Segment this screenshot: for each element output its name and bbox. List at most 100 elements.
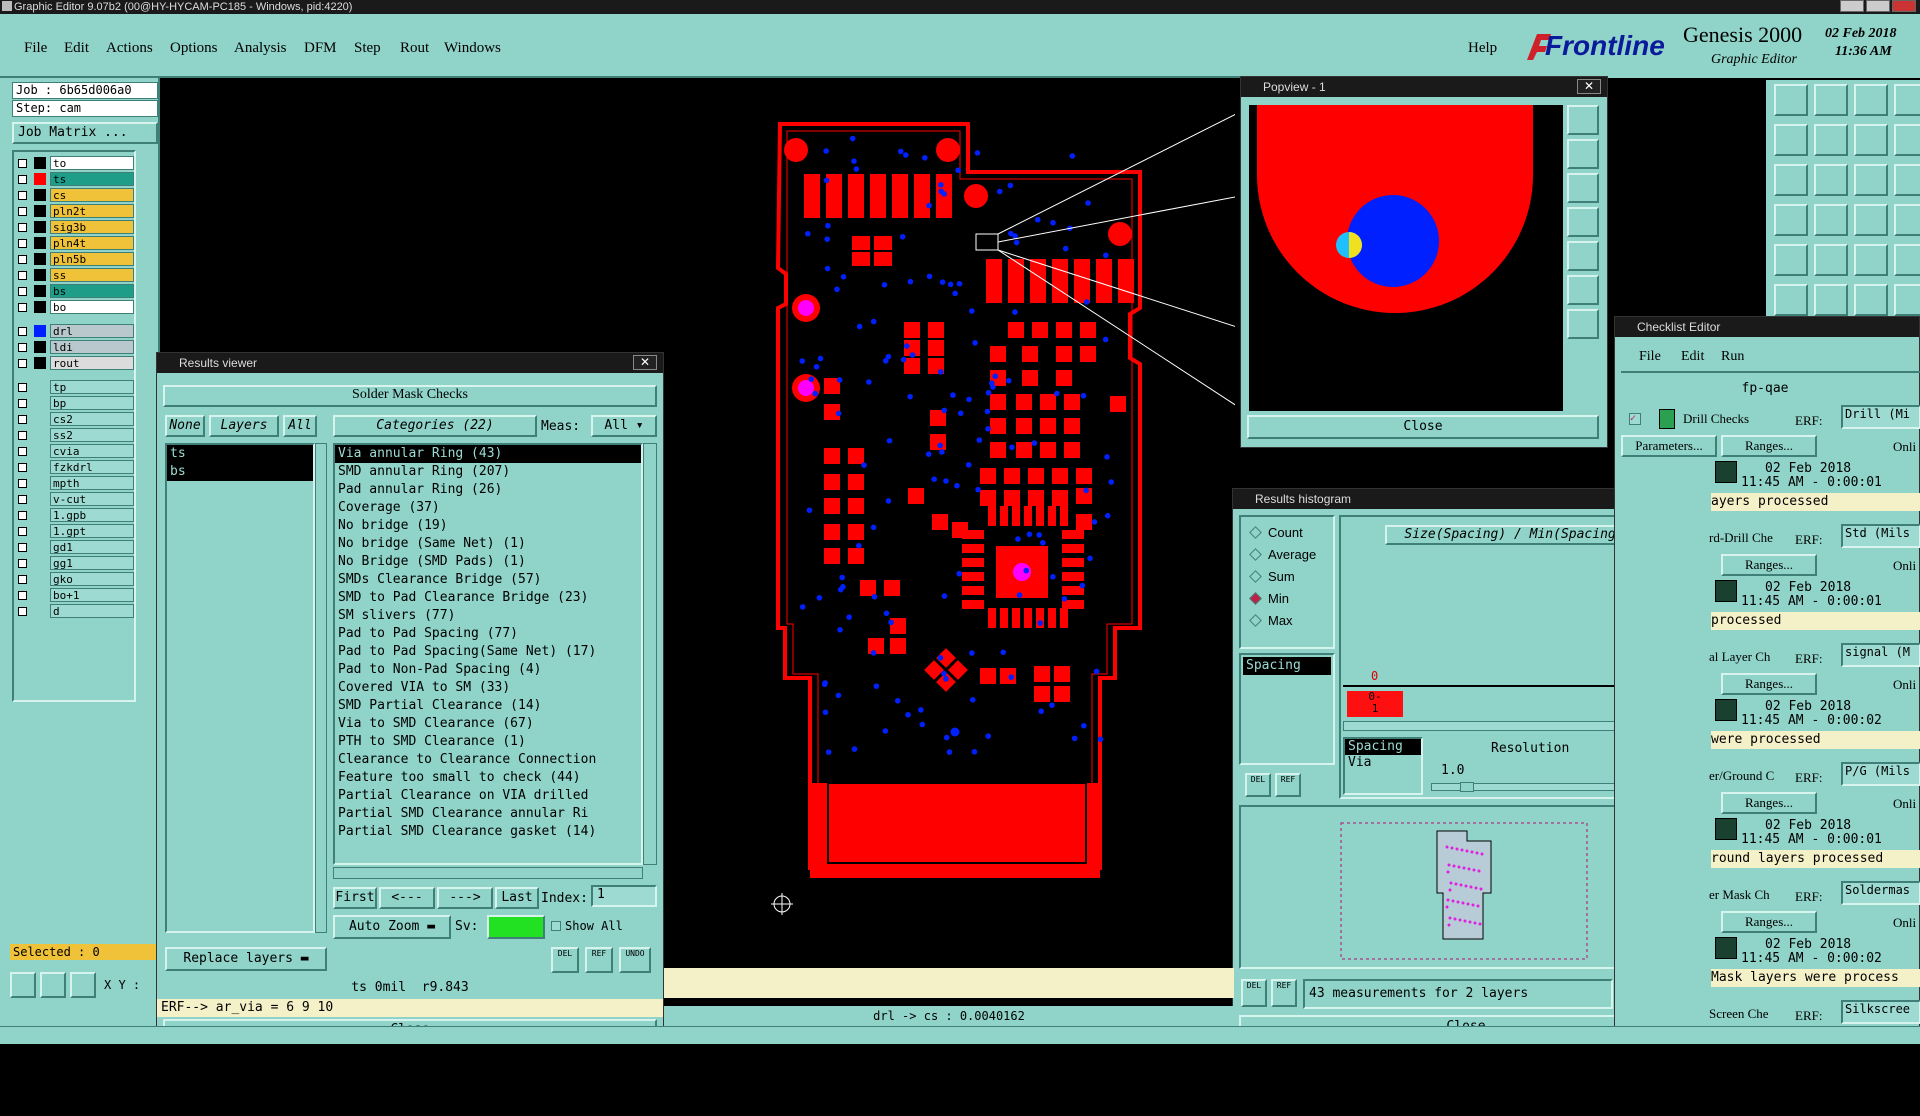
layer-row[interactable]: ts (16, 172, 134, 187)
node-icon[interactable] (1774, 284, 1808, 316)
via[interactable] (870, 524, 877, 531)
layer-checkbox[interactable] (18, 255, 27, 264)
copper-pad[interactable] (1056, 322, 1072, 338)
copper-pad[interactable] (1064, 442, 1080, 458)
copper-pad[interactable] (1110, 396, 1126, 412)
layer-color-swatch[interactable] (34, 341, 46, 353)
via[interactable] (1080, 722, 1087, 729)
via[interactable] (1103, 252, 1109, 259)
layer-color-swatch[interactable] (34, 325, 46, 337)
layer-name[interactable]: tp (50, 380, 134, 394)
via[interactable] (812, 390, 819, 397)
layer-name[interactable]: fzkdrl (50, 460, 134, 474)
hist-ref2-button[interactable]: REF (1271, 979, 1297, 1007)
category-item[interactable]: Covered VIA to SM (33) (335, 679, 641, 697)
via[interactable] (937, 369, 944, 375)
layer-checkbox[interactable] (18, 383, 27, 392)
via[interactable] (894, 697, 901, 704)
via[interactable] (1069, 153, 1076, 159)
menu-file[interactable]: File (24, 40, 47, 57)
measure-icon[interactable] (40, 972, 66, 998)
layer-row[interactable]: cs2 (16, 412, 134, 427)
layer-row[interactable]: pln4t (16, 236, 134, 251)
via[interactable] (881, 281, 888, 288)
layer-row[interactable]: to (16, 156, 134, 171)
via[interactable] (835, 692, 842, 699)
layer-name[interactable]: cs2 (50, 412, 134, 426)
via[interactable] (836, 377, 843, 383)
via[interactable] (871, 593, 878, 600)
via[interactable] (1008, 230, 1014, 237)
layer-color-swatch[interactable] (34, 357, 46, 369)
via[interactable] (1036, 532, 1042, 538)
layer-name[interactable]: 1.gpb (50, 508, 134, 522)
via[interactable] (1009, 444, 1015, 451)
measure-list-item[interactable]: Via (1345, 755, 1421, 771)
angle-icon[interactable] (1814, 244, 1848, 276)
via[interactable] (1005, 377, 1012, 384)
via[interactable] (926, 273, 933, 280)
category-item[interactable]: Via to SMD Clearance (67) (335, 715, 641, 733)
layer-name[interactable]: pln4t (50, 236, 134, 250)
via[interactable] (938, 181, 944, 188)
copper-pad[interactable] (1028, 468, 1044, 484)
parameters-button[interactable]: Parameters... (1621, 435, 1717, 457)
last-button[interactable]: Last (495, 887, 539, 909)
layer-name[interactable]: gko (50, 572, 134, 586)
via[interactable] (834, 286, 840, 293)
layer-row[interactable]: gko (16, 572, 134, 587)
via[interactable] (1015, 536, 1021, 542)
category-item[interactable]: SMD annular Ring (207) (335, 463, 641, 481)
measure-list-item[interactable]: Spacing (1345, 739, 1421, 755)
copper-pad[interactable] (928, 340, 944, 356)
via[interactable] (1016, 592, 1023, 598)
connect-icon[interactable] (1894, 164, 1920, 196)
layer-name[interactable]: ss (50, 268, 134, 282)
via[interactable] (839, 574, 845, 581)
all-button[interactable]: All (283, 415, 317, 437)
check-name[interactable]: er/Ground C (1709, 768, 1774, 784)
copper-pad[interactable] (848, 548, 864, 564)
layer-name[interactable]: pln2t (50, 204, 134, 218)
stat-radio-average[interactable]: Average (1249, 547, 1316, 562)
layer-row[interactable]: sig3b (16, 220, 134, 235)
fit-icon[interactable] (1567, 275, 1599, 305)
pan-left-icon[interactable] (1567, 207, 1599, 237)
category-item[interactable]: Via annular Ring (43) (335, 445, 641, 463)
category-item[interactable]: No bridge (Same Net) (1) (335, 535, 641, 553)
copper-pad[interactable] (962, 586, 984, 595)
undo-button[interactable]: UNDO (619, 947, 651, 973)
pan-down-icon[interactable] (1567, 173, 1599, 203)
via[interactable] (851, 746, 858, 752)
layer-row[interactable]: fzkdrl (16, 460, 134, 475)
ranges-button[interactable]: Ranges... (1721, 435, 1817, 457)
copper-pad[interactable] (1034, 666, 1050, 682)
via[interactable] (931, 476, 937, 482)
via[interactable] (1037, 620, 1044, 626)
copper-pad[interactable] (848, 474, 864, 490)
category-item[interactable]: Partial SMD Clearance gasket (14) (335, 823, 641, 841)
show-all-checkbox[interactable] (551, 921, 561, 931)
via[interactable] (824, 265, 831, 272)
copper-pad[interactable] (962, 572, 984, 581)
copper-pad[interactable] (1064, 394, 1080, 410)
layer-row[interactable]: cs (16, 188, 134, 203)
layer-checkbox[interactable] (18, 239, 27, 248)
via[interactable] (817, 355, 824, 362)
categories-list[interactable]: Via annular Ring (43) SMD annular Ring (2… (333, 443, 643, 865)
checklist-row[interactable]: ✓ Drill Checks Parameters... ERF: Drill (Mi R… (1615, 403, 1920, 521)
category-item[interactable]: Feature too small to check (44) (335, 769, 641, 787)
layer-color-swatch[interactable] (34, 221, 46, 233)
via[interactable] (956, 570, 963, 577)
layer-name[interactable]: gg1 (50, 556, 134, 570)
check-name[interactable]: Drill Checks (1683, 411, 1749, 427)
copper-pad[interactable] (852, 252, 870, 266)
via[interactable] (968, 308, 975, 314)
layer-row[interactable]: pln2t (16, 204, 134, 219)
via[interactable] (1079, 582, 1086, 589)
via[interactable] (840, 584, 846, 590)
via[interactable] (937, 442, 944, 449)
via[interactable] (969, 650, 975, 656)
via[interactable] (955, 167, 961, 174)
via[interactable] (972, 340, 978, 346)
